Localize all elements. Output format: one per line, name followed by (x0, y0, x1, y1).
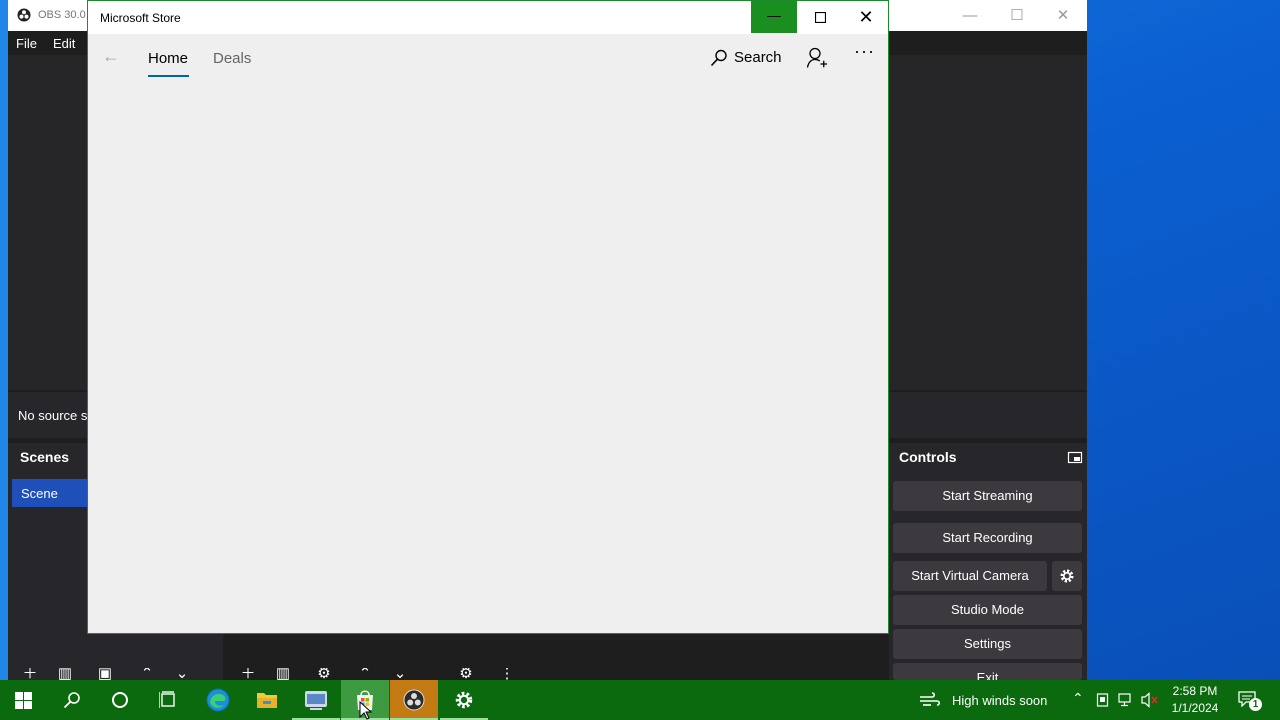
store-close-button[interactable]: ✕ (843, 1, 889, 33)
taskbar: High winds soon ⌃ 2:58 PM 1/1/2024 1 (0, 680, 1280, 720)
store-window-title: Microsoft Store (100, 11, 181, 25)
store-titlebar[interactable]: Microsoft Store — ✕ (88, 1, 888, 34)
menu-edit[interactable]: Edit (53, 36, 75, 51)
gear-icon (455, 691, 473, 709)
store-maximize-button[interactable] (797, 1, 843, 33)
security-icon[interactable] (1096, 692, 1111, 708)
edge-icon (206, 688, 230, 712)
edge-taskbar-button[interactable] (194, 680, 242, 720)
studio-mode-button[interactable]: Studio Mode (893, 595, 1082, 625)
search-icon (63, 692, 80, 709)
notification-count-badge: 1 (1249, 698, 1262, 711)
move-down-icon[interactable]: ⌄ (173, 668, 191, 680)
notification-center-button[interactable]: 1 (1236, 688, 1262, 712)
source-down-icon[interactable]: ⌄ (391, 668, 409, 680)
virtual-camera-settings-button[interactable] (1052, 561, 1082, 591)
windows-logo-icon (15, 692, 32, 709)
weather-text[interactable]: High winds soon (952, 693, 1047, 708)
obs-logo-icon (403, 689, 425, 711)
source-settings-icon[interactable]: ⚙ (315, 668, 333, 680)
move-up-icon[interactable]: ⌃ (138, 668, 156, 680)
cortana-button[interactable] (96, 680, 144, 720)
file-explorer-taskbar-button[interactable] (243, 680, 291, 720)
gear-icon (1060, 569, 1074, 583)
scene-filter-icon[interactable]: ▣ (96, 668, 114, 680)
undock-icon[interactable] (1067, 449, 1083, 465)
active-tab-indicator (148, 75, 189, 77)
settings-button[interactable]: Settings (893, 629, 1082, 659)
network-icon[interactable] (1118, 692, 1135, 708)
scenes-title: Scenes (20, 449, 70, 465)
start-recording-button[interactable]: Start Recording (893, 523, 1082, 553)
folder-icon (257, 693, 277, 708)
menu-file[interactable]: File (16, 36, 37, 51)
store-nav-bar: ← Home Deals Search ··· (88, 34, 888, 80)
app-window-icon (305, 691, 327, 710)
remove-scene-icon[interactable]: ▥ (56, 668, 74, 680)
scene-item-label: Scene (21, 486, 58, 501)
mouse-cursor-icon (359, 701, 373, 720)
more-options-icon[interactable]: ··· (854, 41, 875, 62)
source-up-icon[interactable]: ⌃ (356, 668, 374, 680)
maximize-icon (814, 11, 826, 24)
remove-source-icon[interactable]: ▥ (274, 668, 292, 680)
store-content-area (88, 80, 888, 633)
cortana-icon (112, 692, 128, 708)
task-view-button[interactable] (144, 680, 192, 720)
obs-minimize-button[interactable]: — (948, 4, 992, 28)
settings-taskbar-button[interactable] (440, 680, 488, 720)
back-arrow-icon[interactable]: ← (102, 46, 120, 67)
microsoft-store-window: Microsoft Store — ✕ ← Home Deals Search … (87, 0, 889, 634)
obs-maximize-button[interactable]: ☐ (995, 4, 1039, 28)
add-source-icon[interactable]: ＋ (239, 668, 257, 680)
store-taskbar-button[interactable] (341, 680, 389, 720)
store-minimize-button[interactable]: — (751, 1, 797, 33)
clock-date: 1/1/2024 (1171, 701, 1219, 715)
taskbar-search-button[interactable] (48, 680, 96, 720)
controls-dock: Controls Start Streaming Start Recording… (889, 443, 1087, 680)
start-streaming-button[interactable]: Start Streaming (893, 481, 1082, 511)
app-taskbar-button[interactable] (292, 680, 340, 720)
account-icon[interactable] (806, 47, 828, 69)
wind-weather-icon (920, 692, 941, 706)
speaker-muted-icon[interactable] (1141, 692, 1159, 708)
controls-title: Controls (899, 449, 957, 465)
clock[interactable]: 2:58 PM 1/1/2024 (1164, 683, 1226, 717)
task-view-icon (159, 691, 175, 708)
obs-logo-icon (17, 8, 31, 22)
add-scene-icon[interactable]: ＋ (21, 668, 39, 680)
tab-home[interactable]: Home (148, 50, 188, 67)
search-label: Search (734, 49, 782, 66)
exit-button[interactable]: Exit (893, 663, 1082, 680)
obs-close-button[interactable]: ✕ (1041, 4, 1085, 28)
obs-taskbar-button[interactable] (390, 680, 438, 720)
start-button[interactable] (0, 680, 48, 720)
mixer-settings-icon[interactable]: ⚙ (457, 668, 475, 680)
show-hidden-icons-icon[interactable]: ⌃ (1072, 690, 1084, 707)
mixer-menu-icon[interactable]: ⋮ (498, 668, 516, 680)
search-icon (710, 49, 727, 67)
tab-deals[interactable]: Deals (213, 50, 251, 67)
clock-time: 2:58 PM (1172, 684, 1218, 698)
start-virtual-camera-button[interactable]: Start Virtual Camera (893, 561, 1047, 591)
